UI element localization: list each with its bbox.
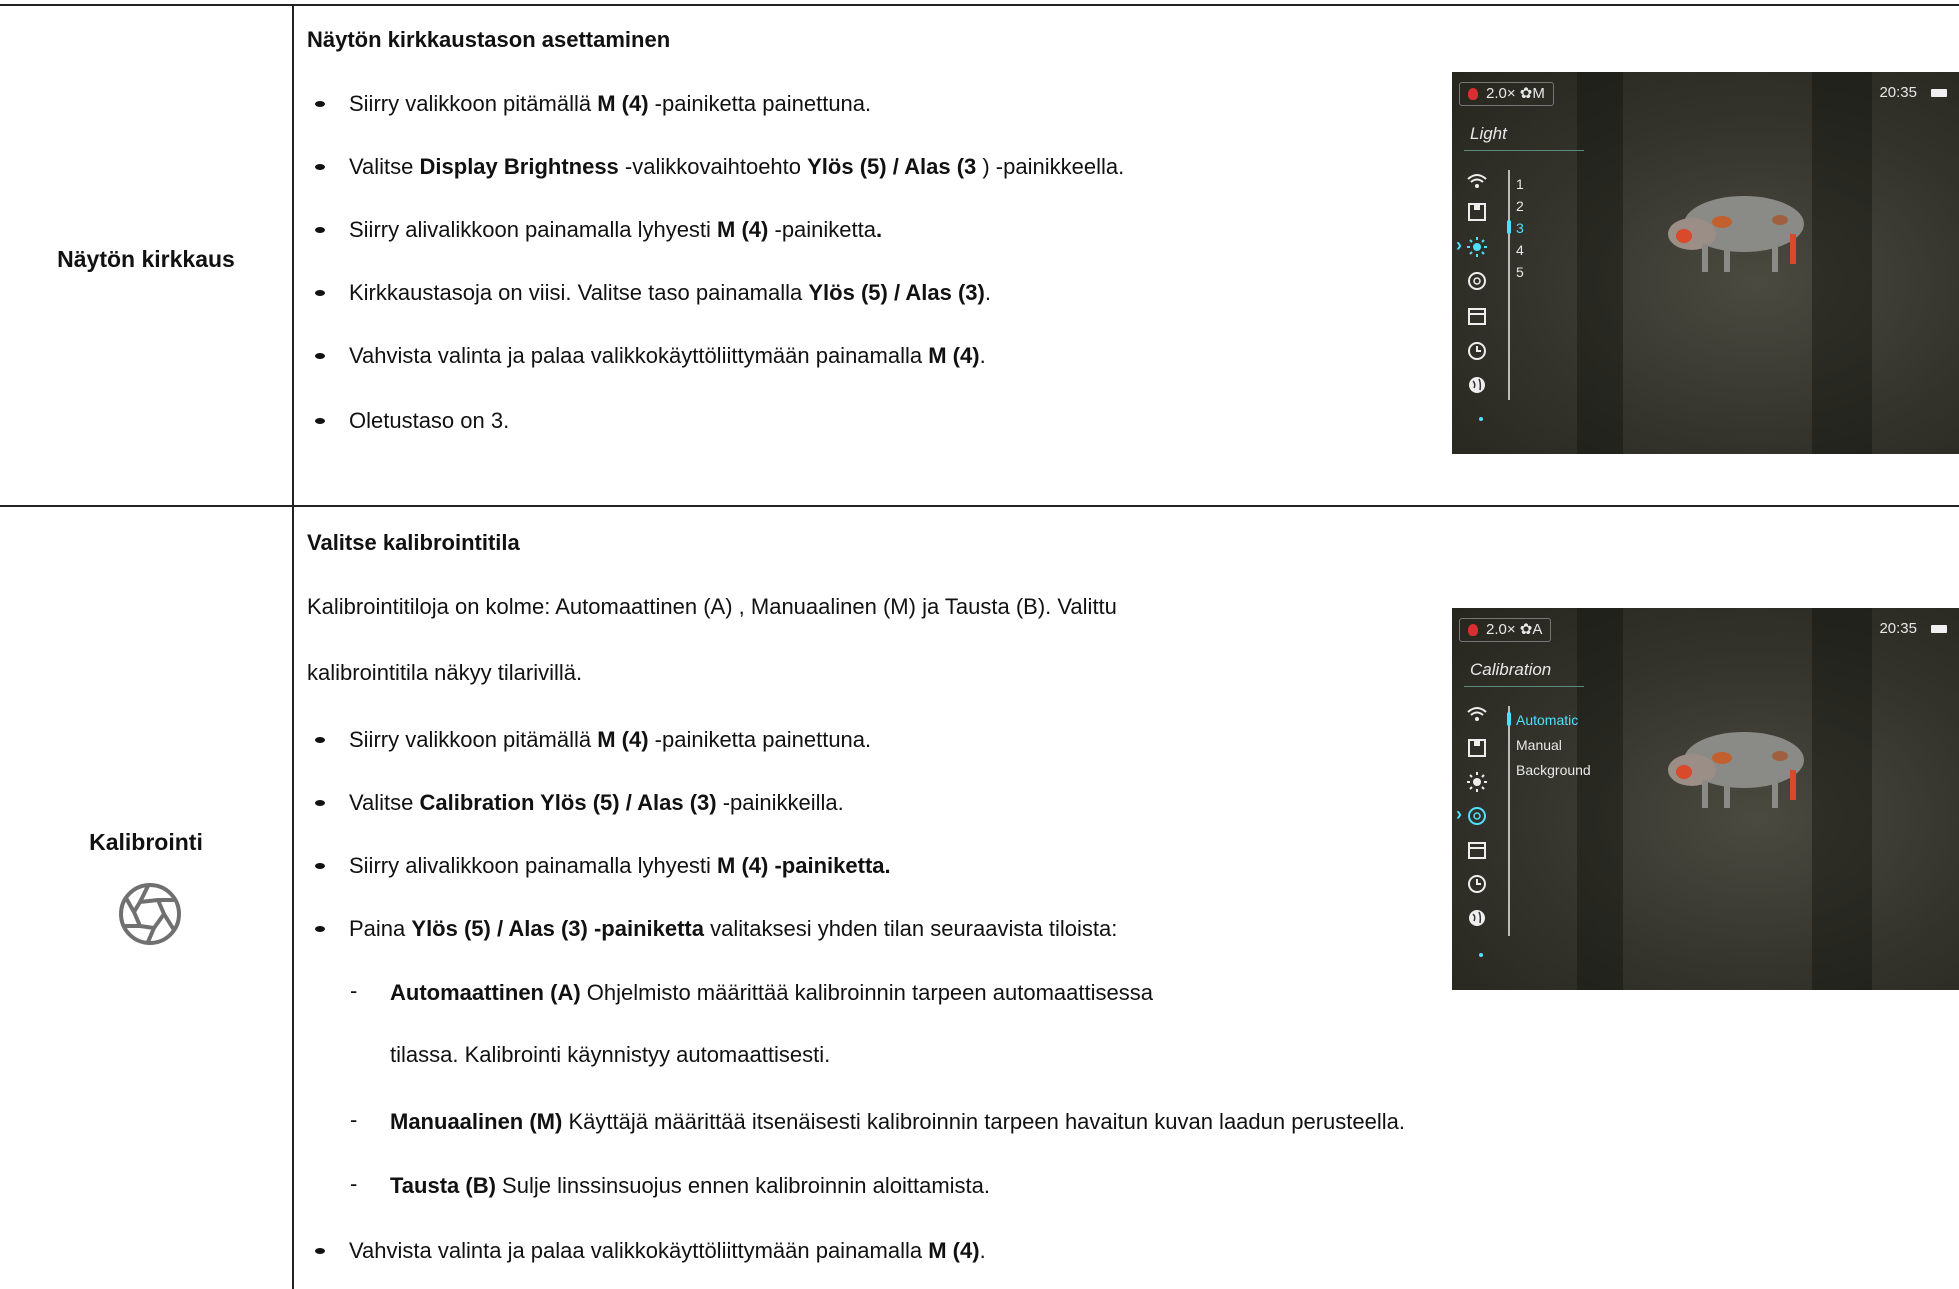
calibration-aperture-icon — [119, 883, 181, 945]
menu-rail — [1508, 170, 1510, 400]
level-option-selected[interactable]: 3 — [1516, 220, 1524, 236]
level-option[interactable]: 2 — [1516, 198, 1524, 214]
wifi-icon — [1467, 174, 1487, 188]
bullet-dot — [315, 800, 325, 806]
level-option[interactable]: 1 — [1516, 176, 1524, 192]
calibration-intro-line-2: kalibrointitila näkyy tilarivillä. — [307, 660, 583, 685]
brightness-icon — [1467, 772, 1487, 792]
globe-icon — [1469, 377, 1485, 393]
level-option[interactable]: 4 — [1516, 242, 1524, 258]
battery-icon — [1931, 625, 1947, 633]
thermal-boar-image — [1668, 732, 1804, 808]
device-screenshot-brightness: 2.0× ✿M 20:35 Light › 1 2 3 4 5 — [1452, 72, 1959, 454]
calibration-icon — [1468, 807, 1486, 825]
battery-icon — [1931, 89, 1947, 97]
calibration-option[interactable]: Background — [1516, 762, 1591, 778]
calibration-intro-line-1: Kalibrointitiloja on kolme: Automaattine… — [307, 594, 1117, 619]
bullet-dot — [315, 290, 325, 296]
calibration-icon — [1468, 272, 1486, 290]
calendar-icon — [1468, 308, 1486, 325]
brightness-heading: Näytön kirkkaustason asettaminen — [307, 27, 671, 52]
clock-icon — [1468, 342, 1486, 360]
clock-icon — [1468, 875, 1486, 893]
bullet-dot — [315, 227, 325, 233]
level-option[interactable]: 5 — [1516, 264, 1524, 280]
status-time: 20:35 — [1879, 620, 1917, 637]
device-screenshot-calibration: 2.0× ✿A 20:35 Calibration › Automatic Ma… — [1452, 608, 1959, 990]
bullet-dot — [315, 164, 325, 170]
bullet-dot — [315, 737, 325, 743]
bullet-dot — [315, 418, 325, 424]
flame-icon — [1468, 88, 1478, 100]
brightness-icon — [1467, 237, 1487, 257]
calibration-option[interactable]: Manual — [1516, 737, 1562, 753]
menu-rail — [1508, 706, 1510, 936]
status-time: 20:35 — [1879, 84, 1917, 101]
calibration-mode-automatic-cont: tilassa. Kalibrointi käynnistyy automaat… — [390, 1042, 831, 1067]
bullet-dot — [315, 863, 325, 869]
status-bar-zoom: 2.0× ✿A — [1459, 618, 1552, 642]
flame-icon — [1468, 624, 1478, 636]
thermal-boar-image — [1668, 196, 1804, 272]
bullet-dot — [315, 1248, 325, 1254]
status-bar-zoom: 2.0× ✿M — [1459, 82, 1554, 106]
wifi-icon — [1467, 707, 1487, 721]
globe-icon — [1469, 910, 1485, 926]
calibration-option-selected[interactable]: Automatic — [1516, 712, 1578, 728]
table-column-divider — [292, 4, 294, 1289]
row-label-calibration: Kalibrointi — [89, 829, 203, 855]
menu-title: Calibration — [1470, 660, 1552, 679]
bullet-dot — [315, 926, 325, 932]
bullet-dot — [315, 101, 325, 107]
memory-card-icon — [1468, 739, 1486, 757]
calibration-heading: Valitse kalibrointitila — [307, 530, 520, 555]
calendar-icon — [1468, 842, 1486, 859]
row-label-brightness: Näytön kirkkaus — [57, 246, 235, 272]
bullet-dot — [315, 353, 325, 359]
memory-card-icon — [1468, 203, 1486, 221]
menu-title: Light — [1470, 124, 1507, 143]
